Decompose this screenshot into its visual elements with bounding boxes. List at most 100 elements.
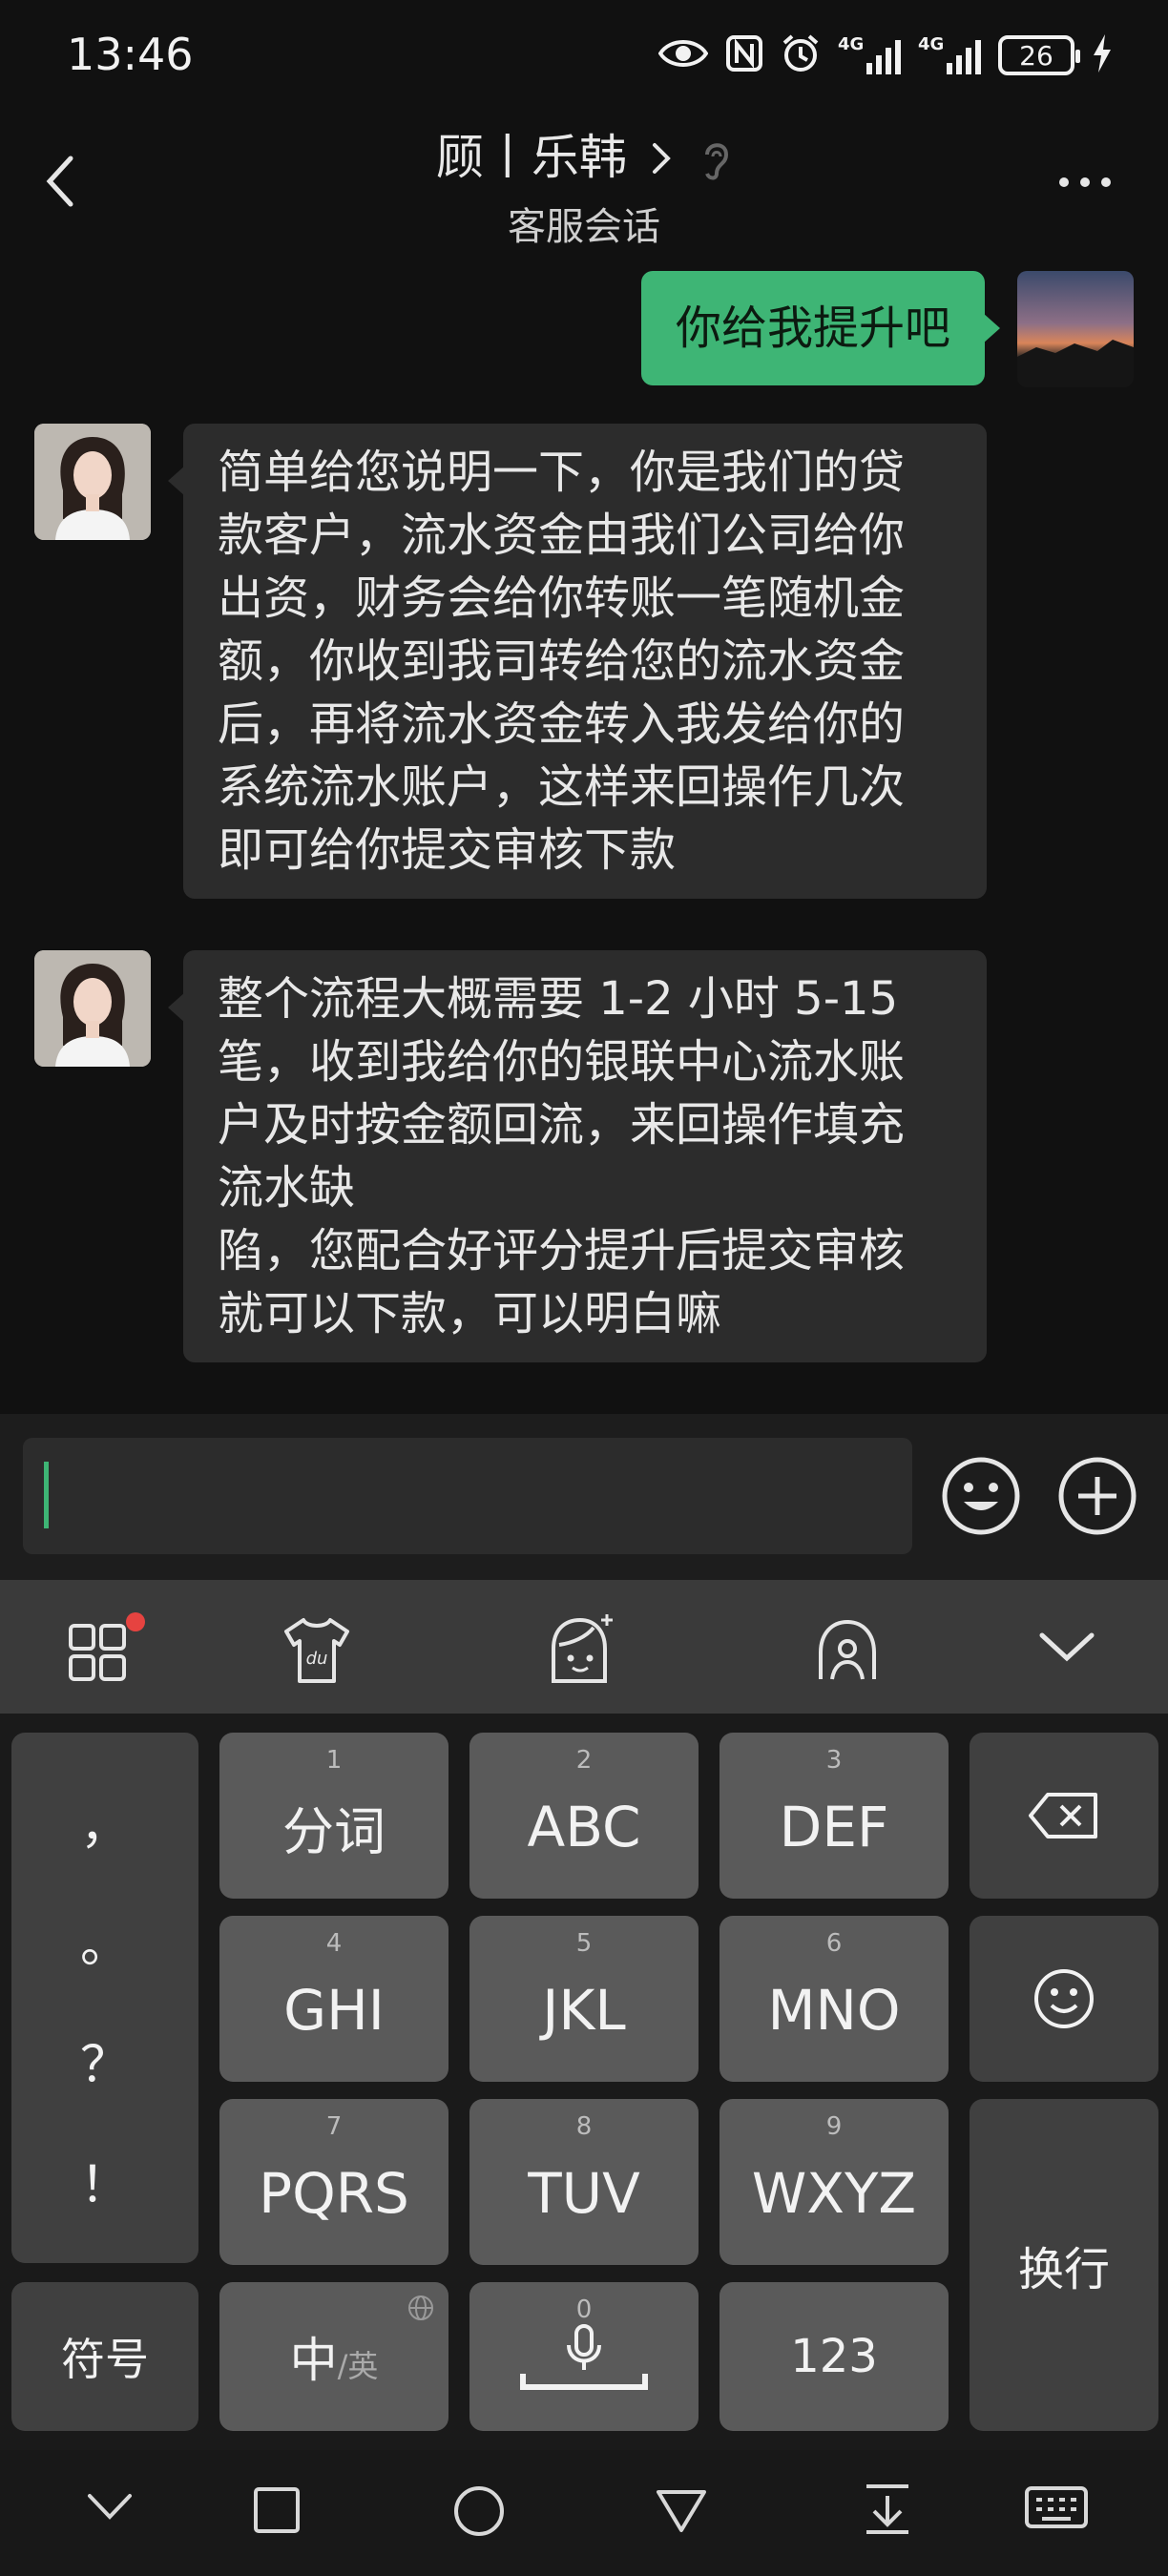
key-5[interactable]: 5 JKL [469, 1916, 699, 2082]
space-key[interactable]: 0 [469, 2282, 699, 2431]
key-number: 2 [575, 1746, 593, 1775]
key-question[interactable]: ？ [11, 2025, 198, 2096]
message-text: 你给我提升吧 [675, 301, 950, 355]
skin-button[interactable]: du [281, 1614, 353, 1691]
more-dot [1059, 177, 1069, 187]
message-input[interactable] [23, 1438, 912, 1554]
key-period[interactable]: 。 [11, 1904, 198, 1976]
home-button[interactable] [452, 2484, 506, 2542]
hide-keyboard-button[interactable] [86, 2490, 134, 2526]
svg-text:du: du [306, 1649, 328, 1669]
my-avatar[interactable] [1017, 271, 1134, 387]
plus-circle-icon [1058, 1457, 1137, 1535]
network-label-1: 4G [838, 34, 865, 54]
square-icon [254, 2487, 300, 2533]
more-dot [1080, 177, 1090, 187]
message-line: 系统流水账户，这样来回操作几次 [218, 760, 906, 814]
key-number: 8 [575, 2112, 593, 2141]
network-label-2: 4G [918, 34, 945, 54]
key-label: 分词 [282, 1801, 386, 1862]
message-line: 整个流程大概需要 1-2 小时 5-15 [218, 972, 899, 1026]
message-bubble-incoming[interactable]: 简单给您说明一下，你是我们的贷 款客户，流水资金由我们公司给你 出资，财务会给你… [168, 424, 987, 899]
backspace-icon [1029, 1793, 1097, 1839]
key-2[interactable]: 2 ABC [469, 1733, 699, 1899]
download-tray-icon [866, 2484, 908, 2534]
message-line: 就可以下款，可以明白嘛 [218, 1287, 722, 1340]
signal-icon-2: 4G [918, 34, 981, 74]
recents-button[interactable] [252, 2485, 302, 2539]
message-line: 流水缺 [218, 1161, 356, 1215]
key-number: 3 [825, 1746, 843, 1775]
clipboard-button[interactable] [861, 2481, 914, 2542]
collapse-keyboard-button[interactable] [1038, 1630, 1095, 1668]
agent-avatar[interactable] [34, 950, 151, 1067]
message-line: 陷，您配合好评分提升后提交审核 [218, 1224, 906, 1278]
keyboard-icon [1025, 2486, 1088, 2528]
assistant-icon [819, 1619, 876, 1680]
microphone-icon [520, 2324, 648, 2390]
lang-alt: /英 [337, 2348, 379, 2384]
signal-icon-1: 4G [838, 34, 901, 74]
chevron-down-icon [88, 2494, 132, 2520]
more-functions-button[interactable] [1057, 1456, 1137, 1540]
key-comma[interactable]: ， [11, 1786, 198, 1858]
status-icons: 4G 4G 26 [657, 27, 1113, 84]
symbols-key[interactable]: 符号 [11, 2282, 198, 2431]
chat-title[interactable]: 顾丨乐韩 [0, 119, 1168, 188]
key-label: ABC [527, 1795, 641, 1859]
message-line: 笔，收到我给你的银联中心流水账 [218, 1035, 906, 1089]
nfc-icon [725, 34, 763, 76]
message-line: 额，你收到我司转给您的流水资金 [218, 634, 906, 688]
triangle-down-icon [657, 2490, 706, 2532]
key-9[interactable]: 9 WXYZ [720, 2099, 949, 2265]
numbers-key[interactable]: 123 [720, 2282, 949, 2431]
message-bubble-incoming[interactable]: 整个流程大概需要 1-2 小时 5-15 笔，收到我给你的银联中心流水账 户及时… [168, 950, 987, 1362]
apps-grid-button[interactable] [67, 1612, 153, 1693]
message-line: 即可给你提交审核下款 [218, 823, 677, 877]
tshirt-icon: du [284, 1618, 349, 1683]
woman-avatar-image [34, 950, 151, 1067]
key-label: GHI [283, 1978, 385, 2043]
grid-icon [69, 1612, 145, 1681]
key-4[interactable]: 4 GHI [219, 1916, 448, 2082]
key-number: 5 [575, 1929, 593, 1958]
key-label: PQRS [259, 2161, 409, 2226]
key-3[interactable]: 3 DEF [720, 1733, 949, 1899]
back-nav-button[interactable] [655, 2486, 708, 2538]
emoji-button[interactable] [941, 1456, 1021, 1540]
key-label: 中/英 [219, 2322, 448, 2391]
key-label: 换行 [1017, 2243, 1110, 2296]
backspace-key[interactable] [970, 1733, 1158, 1899]
key-8[interactable]: 8 TUV [469, 2099, 699, 2265]
message-line: 后，再将流水资金转入我发给你的 [218, 697, 906, 751]
key-6[interactable]: 6 MNO [720, 1916, 949, 2082]
key-exclamation[interactable]: ！ [11, 2145, 198, 2216]
chevron-right-icon [653, 143, 671, 174]
keyboard-switch-button[interactable] [1023, 2484, 1090, 2538]
text-cursor [44, 1462, 49, 1528]
key-label: WXYZ [751, 2161, 917, 2226]
key-number: 6 [825, 1929, 843, 1958]
more-options-button[interactable] [1059, 177, 1111, 187]
key-number: 9 [825, 2112, 843, 2141]
agent-avatar[interactable] [34, 424, 151, 540]
enter-key[interactable]: 换行 [970, 2099, 1158, 2431]
language-switch-key[interactable]: 中/英 [219, 2282, 448, 2431]
key-label: DEF [779, 1795, 889, 1859]
punctuation-column[interactable]: ， 。 ？ ！ [11, 1733, 198, 2263]
eye-icon [657, 36, 709, 74]
key-number: 4 [325, 1929, 343, 1958]
key-label: MNO [767, 1978, 901, 2043]
message-bubble-outgoing[interactable]: 你给我提升吧 [640, 271, 1001, 385]
key-label: TUV [528, 2161, 640, 2226]
sticker-button[interactable] [544, 1610, 616, 1691]
assistant-button[interactable] [813, 1614, 882, 1691]
key-number: 1 [325, 1746, 343, 1775]
key-label: JKL [542, 1978, 626, 2043]
smiley-icon [942, 1457, 1020, 1535]
key-7[interactable]: 7 PQRS [219, 2099, 448, 2265]
chevron-down-icon [1039, 1632, 1095, 1662]
key-1[interactable]: 1 分词 [219, 1733, 448, 1899]
battery-icon: 26 [998, 35, 1080, 75]
emoji-key[interactable] [970, 1916, 1158, 2082]
